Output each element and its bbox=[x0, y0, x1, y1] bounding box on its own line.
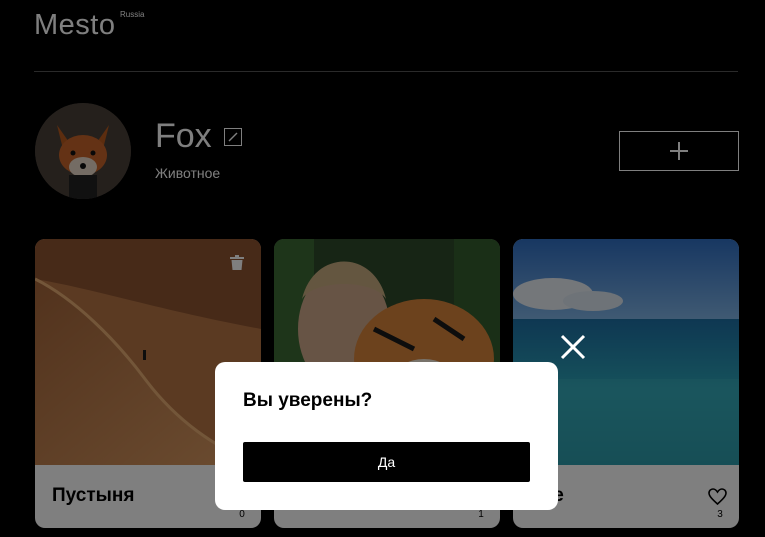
page: Mesto Russia Fox Животное bbox=[0, 0, 765, 537]
confirm-popup: Вы уверены? Да bbox=[215, 362, 558, 510]
popup-title: Вы уверены? bbox=[243, 390, 373, 411]
popup-close-button[interactable] bbox=[559, 333, 587, 361]
close-icon bbox=[560, 334, 586, 360]
confirm-button[interactable]: Да bbox=[243, 442, 530, 482]
